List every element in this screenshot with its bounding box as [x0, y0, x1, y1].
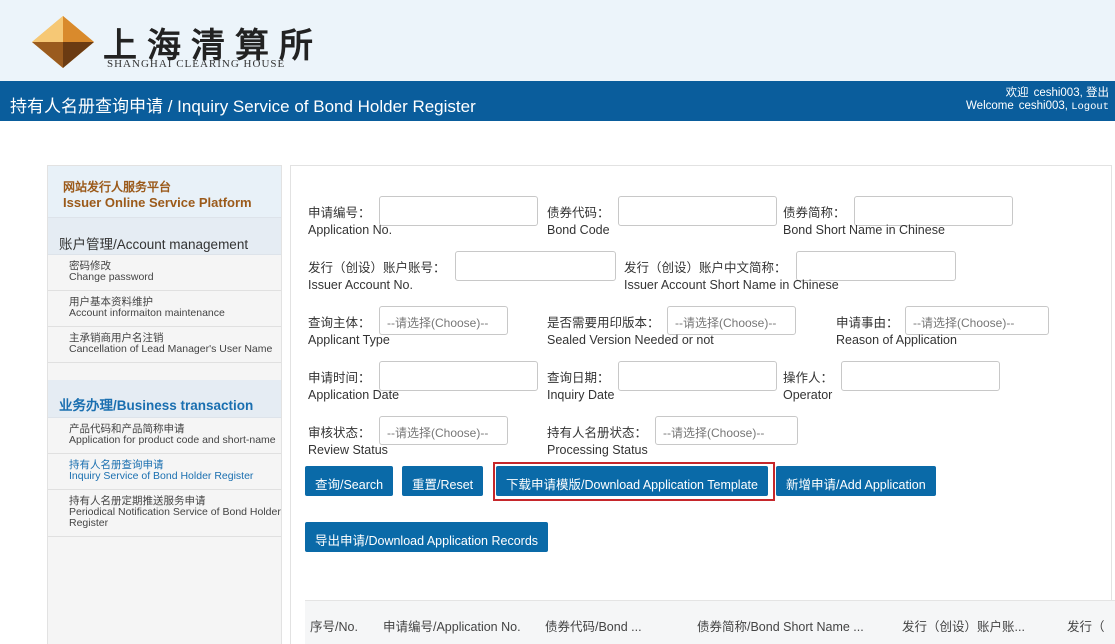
application-date-input[interactable]	[379, 361, 538, 391]
reason-select[interactable]: --请选择(Choose)--	[905, 306, 1049, 335]
sidebar-item-change-password[interactable]: 密码修改 Change password	[48, 255, 281, 291]
sidebar-item-label-en: Cancellation of Lead Manager's User Name	[69, 343, 273, 355]
logo: 上海清算所 SHANGHAI CLEARING HOUSE	[30, 14, 330, 74]
field-label-en: Reason of Application	[836, 333, 957, 347]
field-label: 申请时间：	[308, 371, 371, 385]
issuer-account-no-input[interactable]	[455, 251, 616, 281]
field-label: 债券简称：	[783, 206, 846, 220]
table-header-no[interactable]: 序号/No.	[310, 616, 358, 635]
table-header-issuer-more[interactable]: 发行（	[1067, 616, 1105, 635]
welcome-block: 欢迎 ceshi003, 登出 Welcome ceshi003, Logout	[966, 87, 1109, 114]
sidebar-item-holder-register-inquiry[interactable]: 持有人名册查询申请 Inquiry Service of Bond Holder…	[48, 454, 281, 490]
title-bar: 持有人名册查询申请 / Inquiry Service of Bond Hold…	[0, 81, 1115, 121]
main-panel	[290, 165, 1112, 644]
field-label-en: Bond Short Name in Chinese	[783, 223, 945, 237]
table-header-application-no[interactable]: 申请编号/Application No.	[383, 616, 521, 635]
applicant-type-select[interactable]: --请选择(Choose)--	[379, 306, 508, 335]
field-label-en: Review Status	[308, 443, 388, 457]
shch-diamond-logo-icon	[32, 16, 94, 68]
application-no-input[interactable]	[379, 196, 538, 226]
welcome-en: Welcome	[966, 100, 1014, 112]
field-label: 查询主体：	[308, 316, 371, 330]
welcome-cn: 欢迎	[1005, 87, 1029, 99]
logout-link-cn[interactable]: 登出	[1086, 87, 1109, 99]
sidebar-item-label-en: Periodical Notification Service of Bond …	[69, 506, 281, 529]
sidebar-section-business[interactable]: 业务办理/Business transaction	[48, 380, 281, 418]
user-name-en: ceshi003,	[1018, 100, 1068, 112]
sidebar: 网站发行人服务平台 Issuer Online Service Platform…	[47, 165, 282, 644]
field-label: 申请事由：	[836, 316, 899, 330]
sidebar-item-label-en: Inquiry Service of Bond Holder Register	[69, 470, 254, 482]
field-label-en: Bond Code	[547, 223, 610, 237]
field-label-en: Issuer Account No.	[308, 278, 413, 292]
bond-short-name-input[interactable]	[854, 196, 1013, 226]
field-label: 发行（创设）账户账号：	[308, 261, 446, 275]
field-label: 查询日期：	[547, 371, 610, 385]
logout-link-en[interactable]: Logout	[1071, 101, 1109, 113]
processing-status-select[interactable]: --请选择(Choose)--	[655, 416, 798, 445]
field-label-en: Applicant Type	[308, 333, 390, 347]
review-status-select[interactable]: --请选择(Choose)--	[379, 416, 508, 445]
highlight-box	[493, 462, 775, 501]
field-label-en: Sealed Version Needed or not	[547, 333, 714, 347]
page-title: 持有人名册查询申请 / Inquiry Service of Bond Hold…	[10, 97, 476, 116]
field-label-en: Issuer Account Short Name in Chinese	[624, 278, 839, 292]
sidebar-item-label-en: Application for product code and short-n…	[69, 434, 276, 446]
field-label: 是否需要用印版本：	[547, 316, 660, 330]
sidebar-section-account[interactable]: 账户管理/Account management	[48, 218, 281, 255]
sidebar-item-cancel-lead-manager[interactable]: 主承销商用户名注销 Cancellation of Lead Manager's…	[48, 327, 281, 363]
platform-title-cn: 网站发行人服务平台	[63, 180, 172, 194]
add-application-button[interactable]: 新增申请/Add Application	[776, 466, 936, 496]
reset-button[interactable]: 重置/Reset	[402, 466, 484, 496]
field-label-en: Application No.	[308, 223, 393, 237]
table-header-bond-short-name[interactable]: 债券简称/Bond Short Name ...	[697, 616, 864, 635]
field-label-en: Processing Status	[547, 443, 648, 457]
field-label: 债券代码：	[547, 206, 610, 220]
field-label-en: Application Date	[308, 388, 400, 402]
export-records-button[interactable]: 导出申请/Download Application Records	[305, 522, 549, 552]
table-header-bond-code[interactable]: 债券代码/Bond ...	[545, 616, 642, 635]
operator-input[interactable]	[841, 361, 1000, 391]
issuer-account-short-input[interactable]	[796, 251, 956, 281]
search-button[interactable]: 查询/Search	[305, 466, 394, 496]
sidebar-item-label-en: Change password	[69, 271, 154, 283]
table-header-issuer-account[interactable]: 发行（创设）账户账...	[902, 616, 1025, 635]
header-band: 上海清算所 SHANGHAI CLEARING HOUSE	[0, 0, 1115, 81]
sidebar-item-product-code[interactable]: 产品代码和产品简称申请 Application for product code…	[48, 418, 281, 454]
bond-code-input[interactable]	[618, 196, 777, 226]
field-label: 操作人：	[783, 371, 834, 385]
platform-title-en: Issuer Online Service Platform	[63, 195, 252, 210]
field-label: 持有人名册状态：	[547, 426, 648, 440]
field-label-en: Inquiry Date	[547, 388, 615, 402]
inquiry-date-input[interactable]	[618, 361, 777, 391]
field-label: 发行（创设）账户中文简称：	[624, 261, 787, 275]
user-name-cn: ceshi003,	[1033, 87, 1083, 99]
logo-name-en: SHANGHAI CLEARING HOUSE	[107, 58, 286, 70]
sidebar-platform-header: 网站发行人服务平台 Issuer Online Service Platform	[48, 166, 281, 218]
field-label: 申请编号：	[308, 206, 371, 220]
field-label: 审核状态：	[308, 426, 371, 440]
sidebar-item-label-en: Account informaiton maintenance	[69, 307, 225, 319]
sealed-version-select[interactable]: --请选择(Choose)--	[667, 306, 796, 335]
sidebar-item-periodical-notification[interactable]: 持有人名册定期推送服务申请 Periodical Notification Se…	[48, 490, 281, 537]
results-table-header: 序号/No. 申请编号/Application No. 债券代码/Bond ..…	[305, 600, 1115, 644]
field-label-en: Operator	[783, 388, 833, 402]
sidebar-item-account-maintenance[interactable]: 用户基本资料维护 Account informaiton maintenance	[48, 291, 281, 327]
